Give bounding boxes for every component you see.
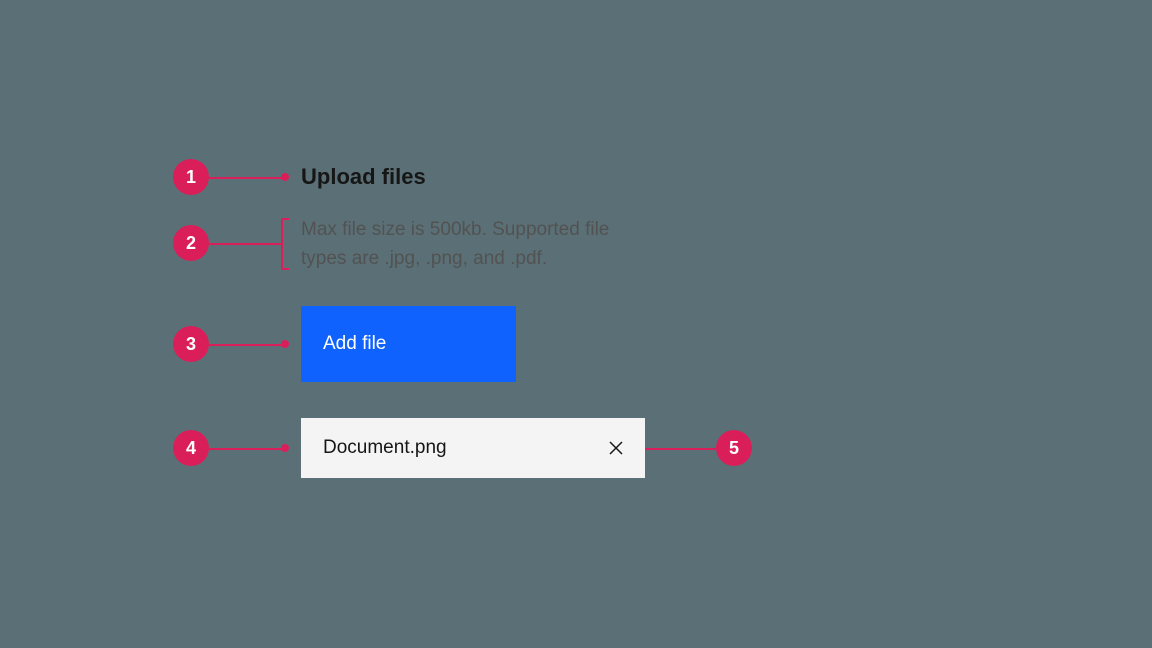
annotation-dot [281,173,289,181]
close-icon[interactable] [605,437,627,459]
annotation-line [209,177,281,179]
annotation-line [209,243,281,245]
upload-heading: Upload files [301,164,426,190]
annotation-badge-4: 4 [173,430,209,466]
annotation-dot [281,444,289,452]
add-file-button[interactable]: Add file [301,306,516,382]
upload-description: Max file size is 500kb. Supported file t… [301,216,651,273]
annotation-badge-3: 3 [173,326,209,362]
annotation-line [209,344,281,346]
uploaded-file-row: Document.png [301,418,645,478]
annotation-badge-5: 5 [716,430,752,466]
annotation-line [209,448,281,450]
annotation-badge-2: 2 [173,225,209,261]
annotation-bracket [281,218,289,270]
annotation-dot [281,340,289,348]
file-name-label: Document.png [323,437,447,459]
annotation-badge-1: 1 [173,159,209,195]
annotation-line [636,448,716,450]
